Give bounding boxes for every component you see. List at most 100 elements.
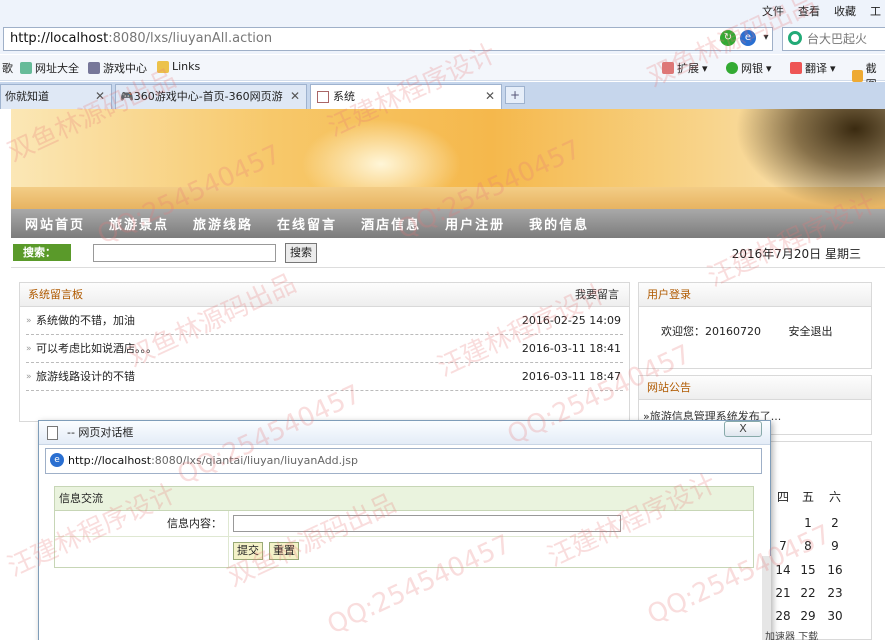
calendar-day[interactable]: 15 [798,563,818,577]
logout-link[interactable]: 安全退出 [789,325,833,338]
form-title: 信息交流 [55,487,753,511]
calendar-day[interactable]: 1 [798,516,818,530]
tab-2[interactable]: 系统 ✕ [310,84,502,109]
chevron-down-icon[interactable]: ▾ [758,30,774,46]
tab-label: 360游戏中心-首页-360网页游 [133,90,283,103]
reset-button[interactable]: 重置 [269,542,299,560]
calendar-day[interactable]: 21 [773,586,793,600]
calendar-day[interactable]: 7 [773,539,793,553]
nav-messages[interactable]: 在线留言 [277,214,337,233]
web-dialog: -- 网页对话框 X e http://localhost:8080/lxs/q… [38,420,771,640]
menu-file[interactable]: 文件 [762,3,784,19]
message-board-title: 系统留言板 [28,288,83,301]
banner-tree [735,109,885,209]
globe-icon [20,62,32,74]
calendar-day[interactable]: 30 [825,609,845,623]
message-time: 2016-03-11 18:47 [521,370,621,383]
calendar-day[interactable]: 14 [773,563,793,577]
close-icon[interactable]: ✕ [95,85,105,108]
fav-item-3[interactable]: Links [157,60,200,73]
calendar-day[interactable]: 16 [825,563,845,577]
dialog-url-path: :8080/lxs/qiantai/liuyan/liuyanAdd.jsp [151,454,358,467]
calendar-weekday: 六 [828,490,841,504]
content-input[interactable] [233,515,621,532]
search-engine-icon [788,31,802,45]
calendar-day[interactable]: 29 [798,609,818,623]
message-item[interactable]: 旅游线路设计的不错 2016-03-11 18:47 [26,363,623,391]
fav-item-0[interactable]: 歌 [2,60,13,76]
calendar-day[interactable]: 23 [825,586,845,600]
dialog-url-host: http://localhost [68,454,152,467]
nav-hotels[interactable]: 酒店信息 [361,214,421,233]
nav-register[interactable]: 用户注册 [445,214,505,233]
calendar-weekday: 四 [776,490,789,504]
dialog-close-button[interactable]: X [724,421,762,437]
message-text: 旅游线路设计的不错 [36,370,135,383]
url-host: http://localhost [10,31,109,46]
calendar-day[interactable]: 8 [798,539,818,553]
tool-ebank[interactable]: 网银 ▾ [726,60,772,76]
url-path: :8080/lxs/liuyanAll.action [108,31,273,46]
search-label: 搜索： [13,244,71,261]
translate-icon [790,62,802,74]
dialog-titlebar: -- 网页对话框 X [39,421,770,445]
nav-my-info[interactable]: 我的信息 [529,214,589,233]
message-text: 系统做的不错，加油 [36,314,135,327]
submit-button[interactable]: 提交 [233,542,263,560]
tab-strip: 你就知道 ✕ 🎮360游戏中心-首页-360网页游 ✕ 系统 ✕ [0,82,885,109]
welcome-text: 欢迎您：20160720 [661,325,761,338]
tool-extensions[interactable]: 扩展 ▾ [662,60,708,76]
document-icon [47,426,58,440]
message-item[interactable]: 系统做的不错，加油 2016-02-25 14:09 [26,307,623,335]
address-bar[interactable]: http://localhost:8080/lxs/liuyanAll.acti… [3,27,773,51]
refresh-icon[interactable]: ↻ [720,30,736,46]
search-engine-box[interactable]: 台大巴起火 [782,27,885,51]
tab-1[interactable]: 🎮360游戏中心-首页-360网页游 ✕ [115,84,307,109]
close-icon[interactable]: ✕ [485,85,495,108]
calendar-day[interactable]: 2 [825,516,845,530]
leave-message-link[interactable]: 我要留言 [575,283,619,307]
current-date: 2016年7月20日 星期三 [731,247,861,261]
address-row: http://localhost:8080/lxs/liuyanAll.acti… [0,24,885,54]
calendar-weekday: 五 [801,490,814,504]
site-search-input[interactable] [93,244,276,262]
site-search-button[interactable]: 搜索 [285,243,317,263]
dialog-title: -- 网页对话框 [67,426,134,439]
gamepad-icon: 🎮 [120,90,134,103]
site-search-row: 搜索： 搜索 2016年7月20日 星期三 [11,238,885,268]
tool-label: 翻译 [805,62,827,75]
menu-view[interactable]: 查看 [798,3,820,19]
close-icon[interactable]: ✕ [289,85,300,108]
fav-label: Links [172,60,201,73]
login-header: 用户登录 [639,283,871,307]
site-banner [11,109,885,209]
nav-attractions[interactable]: 旅游景点 [109,214,169,233]
fav-item-1[interactable]: 网址大全 [20,60,79,76]
fav-item-2[interactable]: 游戏中心 [88,60,147,76]
tool-translate[interactable]: 翻译 ▾ [790,60,836,76]
nav-routes[interactable]: 旅游线路 [193,214,253,233]
page-icon [317,91,329,103]
calendar-day[interactable]: 28 [773,609,793,623]
dialog-url-bar: e http://localhost:8080/lxs/qiantai/liuy… [45,448,762,474]
extensions-icon [662,62,674,74]
menu-tools[interactable]: 工 [870,3,881,19]
message-time: 2016-03-11 18:41 [521,342,621,355]
calendar-day[interactable]: 22 [798,586,818,600]
tab-label: 系统 [333,90,355,103]
calendar-day[interactable]: 9 [825,539,845,553]
message-item[interactable]: 可以考虑比如说酒店。。。 2016-03-11 18:41 [26,335,623,363]
folder-icon [157,60,169,73]
message-form: 信息交流 信息内容： 提交 重置 [54,486,754,568]
nav-home[interactable]: 网站首页 [25,214,85,233]
search-engine-text: 台大巴起火 [807,32,868,46]
message-board-header: 系统留言板 我要留言 [20,283,629,307]
fav-label: 歌 [2,62,13,75]
ie-icon[interactable]: e [740,30,756,46]
menu-favorites[interactable]: 收藏 [834,3,856,19]
new-tab-button[interactable]: + [505,86,525,104]
tab-0[interactable]: 你就知道 ✕ [0,84,112,109]
tool-label: 扩展 [677,62,699,75]
message-text: 可以考虑比如说酒店。。。 [36,342,157,355]
browser-menubar: 文件 查看 收藏 工 [0,0,885,24]
